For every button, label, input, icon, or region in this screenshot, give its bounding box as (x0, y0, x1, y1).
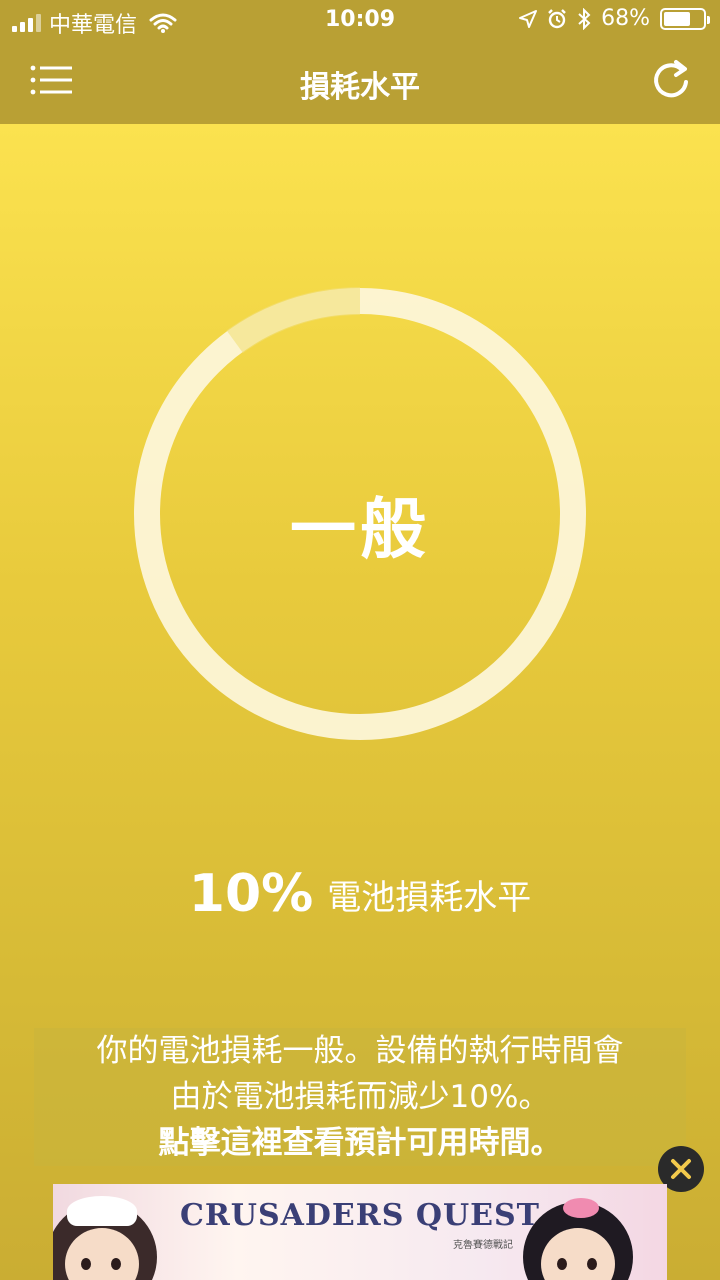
battery-icon (660, 7, 710, 30)
nav-bar: 損耗水平 (0, 40, 720, 124)
refresh-button[interactable] (648, 58, 694, 104)
refresh-icon (654, 60, 688, 98)
status-bar: 中華電信 10:09 68% (0, 0, 720, 40)
status-right: 68% (519, 6, 710, 31)
location-arrow-icon (519, 9, 538, 28)
info-link-line[interactable]: 點擊這裡查看預計可用時間。 (34, 1120, 686, 1166)
wear-status-label: 一般 (290, 491, 430, 568)
ad-banner[interactable]: CRUSADERS QUEST 克魯賽德戰記 (53, 1184, 667, 1280)
wear-info-box[interactable]: 你的電池損耗一般。設備的執行時間會 由於電池損耗而減少10%。 點擊這裡查看預計… (34, 1028, 686, 1166)
ad-title: CRUSADERS QUEST (180, 1198, 540, 1233)
wear-level-percent: 10% (188, 864, 314, 924)
battery-fill (664, 11, 690, 26)
page-title: 損耗水平 (300, 70, 420, 105)
info-line-1: 你的電池損耗一般。設備的執行時間會 (96, 1033, 624, 1069)
info-line-2: 由於電池損耗而減少10%。 (170, 1079, 550, 1115)
bluetooth-icon (578, 7, 591, 30)
battery-percent: 68% (601, 6, 650, 31)
wear-level-text: 電池損耗水平 (327, 877, 532, 918)
alarm-icon (548, 8, 566, 28)
ad-subtitle: 克魯賽德戰記 (453, 1240, 513, 1251)
wear-level-row: 10% 電池損耗水平 (0, 864, 720, 924)
main-content: 一般 10% 電池損耗水平 你的電池損耗一般。設備的執行時間會 由於電池損耗而減少… (0, 124, 720, 1280)
